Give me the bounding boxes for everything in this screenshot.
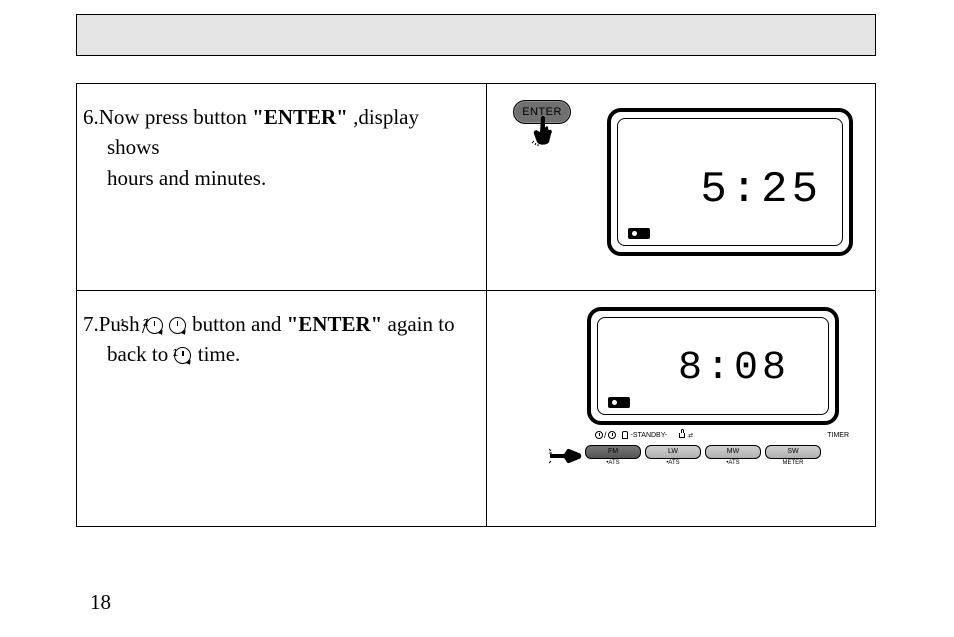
- lcd-display: 8:08: [587, 307, 839, 425]
- lcd-indicator-icon: [628, 228, 650, 239]
- clock1-icon: [146, 317, 163, 334]
- table-row: 7.Push / button and "ENTER" again to bac…: [77, 290, 875, 526]
- hand-press-icon: [531, 116, 555, 146]
- step-text: button and: [187, 312, 287, 336]
- hand-press-icon: [549, 445, 583, 467]
- step-number: 7.: [83, 312, 99, 336]
- button-bar-labels: / -STANDBY- ⇄ TIMER: [555, 427, 855, 443]
- instruction-table: 6.Now press button "ENTER" ,display show…: [76, 83, 876, 527]
- lcd-indicator-icon: [608, 397, 630, 408]
- clock-pair-icon: /: [595, 430, 616, 440]
- button-bar-illustration: / -STANDBY- ⇄ TIMER: [555, 427, 855, 466]
- clock1-icon: [174, 347, 191, 364]
- step-text: back to: [107, 342, 173, 366]
- sub-label: •ATS: [645, 460, 701, 466]
- step-7-text-cell: 7.Push / button and "ENTER" again to bac…: [77, 291, 487, 526]
- fm-button[interactable]: FM: [585, 445, 641, 459]
- lw-button[interactable]: LW: [645, 445, 701, 459]
- step-bold: "ENTER": [287, 312, 383, 336]
- header-bar: [76, 14, 876, 56]
- step-text: Now press button: [99, 105, 252, 129]
- step-6-text-cell: 6.Now press button "ENTER" ,display show…: [77, 84, 487, 290]
- lcd-time-value: 5:25: [700, 165, 822, 215]
- timer-label: TIMER: [827, 432, 849, 439]
- step-bold: "ENTER": [252, 105, 348, 129]
- sub-label: METER: [765, 460, 821, 466]
- page-number: 18: [90, 590, 111, 615]
- enter-button-illustration: ENTER: [513, 100, 571, 124]
- sub-label: •ATS: [585, 460, 641, 466]
- step-number: 6.: [83, 105, 99, 129]
- table-row: 6.Now press button "ENTER" ,display show…: [77, 84, 875, 290]
- lock-icon: ⇄: [679, 432, 693, 439]
- sw-button[interactable]: SW: [765, 445, 821, 459]
- sub-label: •ATS: [705, 460, 761, 466]
- step-text: time.: [192, 342, 240, 366]
- step-text: hours and minutes.: [83, 163, 466, 193]
- lcd-display: 5:25: [607, 108, 853, 256]
- mw-button[interactable]: MW: [705, 445, 761, 459]
- step-text: again to: [382, 312, 454, 336]
- step-7-diagram-cell: 8:08 / -STANDBY-: [487, 291, 875, 526]
- lcd-time-value: 8:08: [678, 346, 790, 391]
- standby-label: -STANDBY-: [622, 431, 668, 439]
- step-6-diagram-cell: ENTER 5:25: [487, 84, 875, 290]
- clock2-icon: [169, 317, 186, 334]
